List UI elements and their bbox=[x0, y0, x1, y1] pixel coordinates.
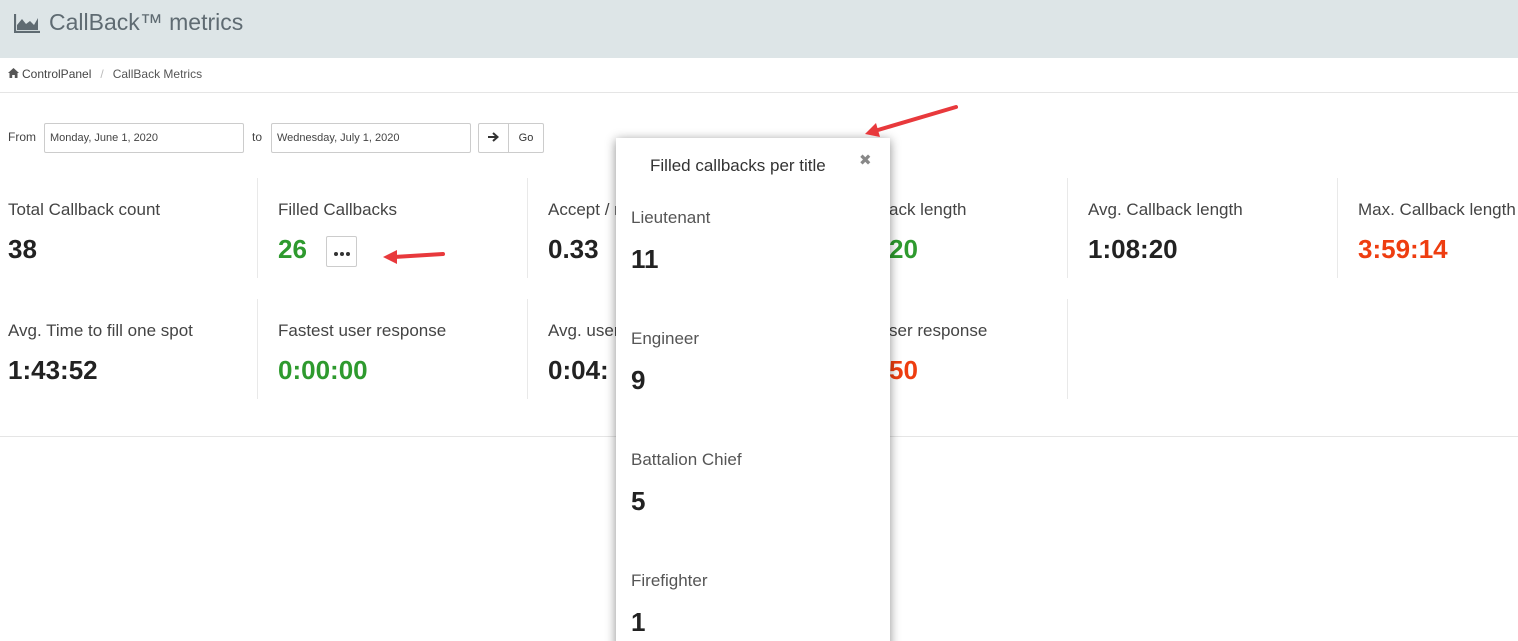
metric-slowest-user-response: ser response 50 bbox=[880, 299, 1068, 399]
metric-value: 20 bbox=[889, 234, 918, 264]
metric-fastest-user-response: Fastest user response 0:00:00 bbox=[270, 299, 528, 399]
metric-label: Accept / r bbox=[548, 200, 616, 219]
divider bbox=[0, 92, 1518, 93]
filled-callbacks-popover: Filled callbacks per title ✖ Lieutenant … bbox=[616, 138, 890, 641]
to-date-input[interactable] bbox=[271, 123, 471, 153]
home-icon bbox=[8, 67, 19, 81]
area-chart-icon bbox=[14, 13, 41, 33]
metric-value: 1:43:52 bbox=[8, 355, 98, 385]
metric-value: 26 bbox=[278, 234, 307, 264]
app-title: CallBack™ metrics bbox=[14, 9, 243, 36]
metric-label: Filled Callbacks bbox=[278, 200, 398, 219]
popover-title: Filled callbacks per title bbox=[650, 156, 826, 175]
popover-item-label: Battalion Chief bbox=[631, 450, 742, 469]
metric-label: Avg. user bbox=[548, 321, 616, 340]
ellipsis-icon bbox=[333, 243, 350, 261]
metric-label: ser response bbox=[889, 321, 988, 340]
popover-item-value: 9 bbox=[631, 365, 646, 395]
popover-item-label: Engineer bbox=[631, 329, 700, 348]
popover-item-label: Lieutenant bbox=[631, 208, 711, 227]
breadcrumb: ControlPanel / CallBack Metrics bbox=[8, 67, 202, 81]
annotation-arrow-icon bbox=[865, 105, 958, 137]
metric-accept-ratio: Accept / r 0.33 bbox=[540, 178, 616, 278]
metric-value: 0:04: bbox=[548, 355, 609, 385]
arrow-right-icon bbox=[488, 131, 500, 145]
more-details-button[interactable] bbox=[326, 236, 357, 267]
metric-label: Max. Callback length bbox=[1358, 200, 1516, 219]
app-title-text: CallBack™ metrics bbox=[49, 9, 244, 35]
popover-item-value: 11 bbox=[631, 244, 659, 274]
popover-item-value: 5 bbox=[631, 486, 646, 516]
metric-label: Fastest user response bbox=[278, 321, 447, 340]
breadcrumb-current: CallBack Metrics bbox=[112, 67, 203, 81]
from-date-input[interactable] bbox=[44, 123, 244, 153]
go-button[interactable]: Go bbox=[508, 123, 544, 153]
close-icon[interactable]: ✖ bbox=[859, 151, 872, 169]
metric-value: 3:59:14 bbox=[1358, 234, 1448, 264]
metric-value: 1:08:20 bbox=[1088, 234, 1178, 264]
from-label: From bbox=[8, 130, 36, 144]
metric-value: 38 bbox=[8, 234, 37, 264]
metric-value: 0:00:00 bbox=[278, 355, 368, 385]
metric-avg-user-response: Avg. user 0:04: bbox=[540, 299, 616, 399]
metric-avg-callback-length: Avg. Callback length 1:08:20 bbox=[1080, 178, 1338, 278]
metric-avg-time-to-fill: Avg. Time to fill one spot 1:43:52 bbox=[0, 299, 258, 399]
metric-max-callback-length: Max. Callback length 3:59:14 bbox=[1350, 178, 1518, 278]
breadcrumb-home-link[interactable]: ControlPanel bbox=[22, 67, 91, 81]
to-label: to bbox=[252, 130, 263, 144]
breadcrumb-separator: / bbox=[100, 67, 104, 81]
popover-item-value: 1 bbox=[631, 607, 646, 637]
metric-filled-callbacks: Filled Callbacks 26 bbox=[270, 178, 528, 278]
metric-label: Avg. Time to fill one spot bbox=[8, 321, 193, 340]
metric-value: 50 bbox=[889, 355, 918, 385]
metric-label: Avg. Callback length bbox=[1088, 200, 1243, 219]
metric-value: 0.33 bbox=[548, 234, 599, 264]
metric-total-callback-count: Total Callback count 38 bbox=[0, 178, 258, 278]
metric-label: ack length bbox=[889, 200, 967, 219]
popover-item-label: Firefighter bbox=[631, 571, 708, 590]
app-header: CallBack™ metrics bbox=[0, 0, 1518, 58]
metric-callback-length: ack length 20 bbox=[880, 178, 1068, 278]
go-arrow-button[interactable] bbox=[478, 123, 509, 153]
metric-label: Total Callback count bbox=[8, 200, 161, 219]
